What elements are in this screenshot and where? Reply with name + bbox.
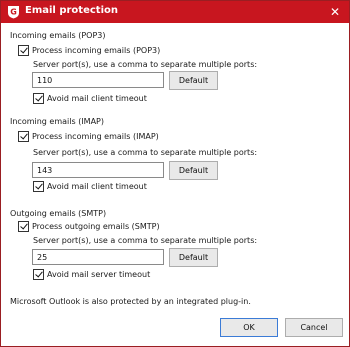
imap-process-checkbox[interactable]: Process incoming emails (IMAP) xyxy=(18,131,159,142)
smtp-default-button[interactable]: Default xyxy=(169,248,218,267)
checkmark-icon[interactable] xyxy=(33,93,44,104)
smtp-ports-hint: Server port(s), use a comma to separate … xyxy=(33,236,258,245)
pop3-section-title: Incoming emails (POP3) xyxy=(10,31,106,40)
smtp-process-label: Process outgoing emails (SMTP) xyxy=(32,222,160,231)
smtp-process-checkbox[interactable]: Process outgoing emails (SMTP) xyxy=(18,221,160,232)
smtp-port-input[interactable] xyxy=(32,249,164,265)
pop3-ports-hint: Server port(s), use a comma to separate … xyxy=(33,60,258,69)
imap-section-title: Incoming emails (IMAP) xyxy=(10,117,105,126)
svg-text:G: G xyxy=(10,8,17,17)
checkmark-icon[interactable] xyxy=(33,181,44,192)
imap-port-input[interactable] xyxy=(32,162,164,178)
checkmark-icon[interactable] xyxy=(18,45,29,56)
imap-timeout-checkbox[interactable]: Avoid mail client timeout xyxy=(33,181,147,192)
pop3-process-label: Process incoming emails (POP3) xyxy=(32,46,161,55)
pop3-process-checkbox[interactable]: Process incoming emails (POP3) xyxy=(18,45,160,56)
checkmark-icon[interactable] xyxy=(33,269,44,280)
window-title: Email protection xyxy=(25,5,118,16)
pop3-timeout-label: Avoid mail client timeout xyxy=(47,94,147,103)
pop3-port-input[interactable] xyxy=(32,72,164,88)
pop3-default-button[interactable]: Default xyxy=(169,71,218,90)
smtp-section-title: Outgoing emails (SMTP) xyxy=(10,209,107,218)
title-bar: G Email protection ✕ xyxy=(1,1,349,23)
smtp-timeout-label: Avoid mail server timeout xyxy=(47,270,151,279)
pop3-timeout-checkbox[interactable]: Avoid mail client timeout xyxy=(33,93,147,104)
gdata-shield-icon: G xyxy=(8,6,19,19)
email-protection-dialog: G Email protection ✕ Incoming emails (PO… xyxy=(0,0,350,347)
imap-timeout-label: Avoid mail client timeout xyxy=(47,182,147,191)
imap-default-button[interactable]: Default xyxy=(169,161,218,180)
imap-ports-hint: Server port(s), use a comma to separate … xyxy=(33,148,258,157)
checkmark-icon[interactable] xyxy=(18,221,29,232)
ok-button[interactable]: OK xyxy=(220,318,278,337)
outlook-plugin-note: Microsoft Outlook is also protected by a… xyxy=(10,297,251,306)
checkmark-icon[interactable] xyxy=(18,131,29,142)
close-icon[interactable]: ✕ xyxy=(324,3,346,21)
imap-process-label: Process incoming emails (IMAP) xyxy=(32,132,159,141)
smtp-timeout-checkbox[interactable]: Avoid mail server timeout xyxy=(33,269,150,280)
cancel-button[interactable]: Cancel xyxy=(285,318,343,337)
